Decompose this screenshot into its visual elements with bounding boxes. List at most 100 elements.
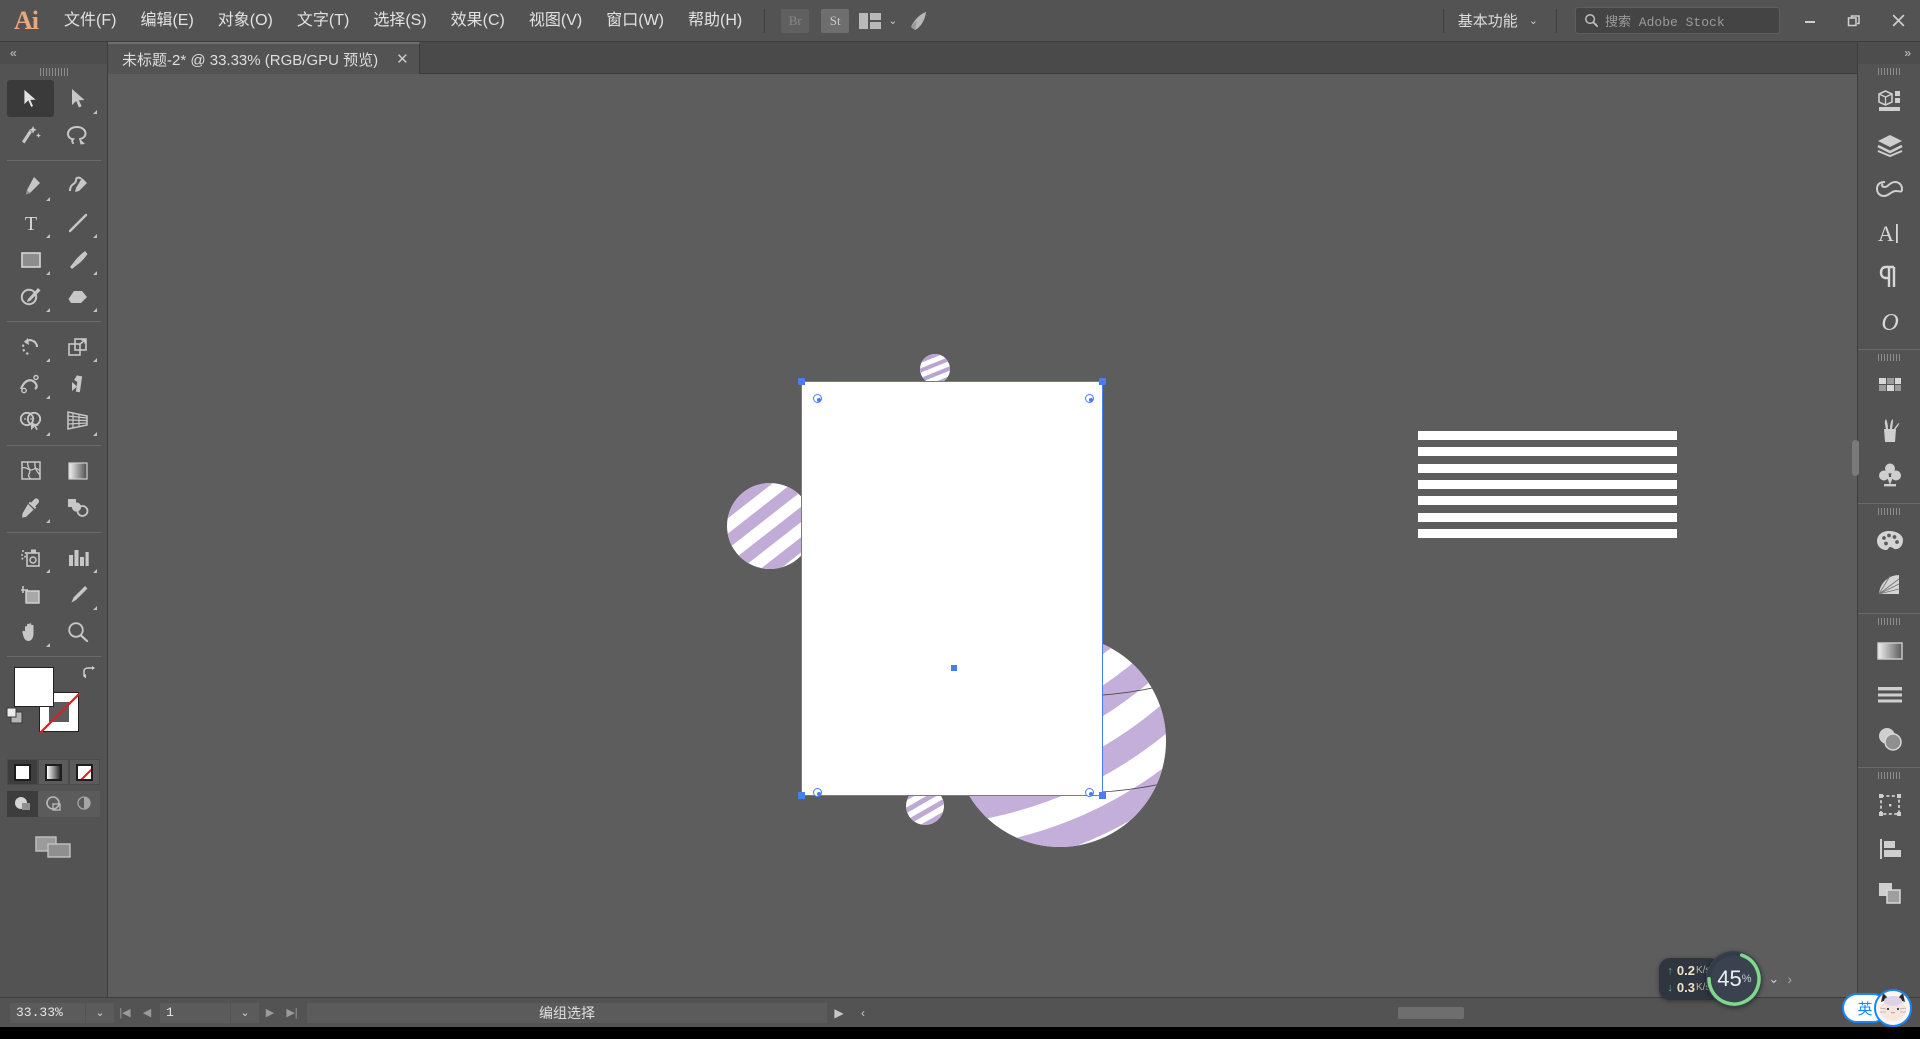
next-artboard-button[interactable]: ▶ <box>259 1003 281 1023</box>
rectangle-tool[interactable] <box>7 241 54 278</box>
pathfinder-panel-icon[interactable] <box>1858 871 1920 915</box>
column-graph-tool[interactable] <box>54 539 101 576</box>
color-mode-gradient[interactable] <box>38 759 69 785</box>
menu-help[interactable]: 帮助(H) <box>676 0 754 42</box>
workspace-switcher[interactable]: 基本功能 <box>1454 10 1522 31</box>
status-collapse-chevron-icon[interactable]: ‹ <box>851 1003 875 1023</box>
panel-group-5-grip[interactable] <box>1858 768 1920 783</box>
swatches-panel-icon[interactable] <box>1858 365 1920 409</box>
striped-rectangle[interactable] <box>1418 431 1677 538</box>
fill-swatch[interactable] <box>14 667 54 707</box>
ime-avatar[interactable] <box>1874 989 1912 1027</box>
width-tool[interactable] <box>7 365 54 402</box>
zoom-dropdown-chevron-icon[interactable]: ⌄ <box>86 1002 114 1023</box>
zoom-tool[interactable] <box>54 613 101 650</box>
status-menu-arrow-icon[interactable]: ▶ <box>827 1003 851 1023</box>
direct-selection-tool[interactable] <box>54 80 101 117</box>
panel-group-1-grip[interactable] <box>1858 64 1920 79</box>
restore-button[interactable] <box>1832 0 1876 42</box>
network-expand-icon[interactable]: › <box>1787 971 1792 987</box>
panel-dock-scroll-thumb[interactable] <box>1852 440 1859 476</box>
shape-builder-tool[interactable] <box>7 402 54 439</box>
selection-handle-br[interactable] <box>1099 792 1106 799</box>
workspace-chevron-down-icon[interactable]: ⌄ <box>1529 14 1538 27</box>
curvature-tool[interactable] <box>54 167 101 204</box>
color-guide-panel-icon[interactable] <box>1858 563 1920 607</box>
symbols-panel-icon[interactable] <box>1858 453 1920 497</box>
draw-normal-mode[interactable] <box>7 791 38 817</box>
minimize-button[interactable] <box>1788 0 1832 42</box>
panel-group-3-grip[interactable] <box>1858 504 1920 519</box>
selection-handle-tl[interactable] <box>798 378 805 385</box>
toolbar-grip[interactable] <box>0 64 107 80</box>
prev-artboard-button[interactable]: ◀ <box>136 1003 158 1023</box>
eraser-tool[interactable] <box>54 278 101 315</box>
anchor-point-br[interactable] <box>1085 788 1094 797</box>
rotate-tool[interactable] <box>7 328 54 365</box>
artboard-tool[interactable] <box>7 576 54 613</box>
brushes-panel-icon[interactable] <box>1858 409 1920 453</box>
transparency-panel-icon[interactable] <box>1858 717 1920 761</box>
cpu-usage-gauge[interactable]: 45% <box>1706 951 1763 1007</box>
artboard-dropdown-chevron-icon[interactable]: ⌄ <box>231 1002 259 1023</box>
menu-effect[interactable]: 效果(C) <box>439 0 517 42</box>
symbol-sprayer-tool[interactable] <box>7 539 54 576</box>
magic-wand-tool[interactable] <box>7 117 54 154</box>
default-fill-stroke-icon[interactable] <box>6 707 24 725</box>
draw-inside-mode[interactable] <box>69 791 100 817</box>
libraries-panel-icon[interactable] <box>1858 167 1920 211</box>
first-artboard-button[interactable]: |◀ <box>114 1003 136 1023</box>
type-tool[interactable]: T <box>7 204 54 241</box>
canvas-horizontal-scrollbar[interactable] <box>883 1006 1912 1019</box>
shaper-tool[interactable] <box>7 278 54 315</box>
last-artboard-button[interactable]: ▶| <box>281 1003 303 1023</box>
home-rocket-icon[interactable] <box>901 10 935 32</box>
blend-tool[interactable] <box>54 489 101 526</box>
toolbar-collapse-button[interactable]: « <box>0 42 107 64</box>
horizontal-scroll-thumb[interactable] <box>1397 1006 1464 1019</box>
layers-panel-icon[interactable] <box>1858 123 1920 167</box>
search-input[interactable]: 搜索 Adobe Stock <box>1575 7 1780 34</box>
bridge-icon[interactable]: Br <box>781 8 810 33</box>
transform-panel-icon[interactable] <box>1858 783 1920 827</box>
color-mode-solid[interactable] <box>7 759 38 785</box>
arrange-documents-button[interactable]: ⌄ <box>859 12 897 29</box>
close-button[interactable] <box>1876 0 1920 42</box>
selection-handle-tr[interactable] <box>1099 378 1106 385</box>
menu-object[interactable]: 对象(O) <box>206 0 285 42</box>
draw-behind-mode[interactable] <box>38 791 69 817</box>
anchor-point-tl[interactable] <box>813 394 822 403</box>
hand-tool[interactable] <box>7 613 54 650</box>
perspective-grid-tool[interactable] <box>54 402 101 439</box>
document-tab[interactable]: 未标题-2* @ 33.33% (RGB/GPU 预览) ✕ <box>108 42 420 74</box>
selection-tool[interactable] <box>7 80 54 117</box>
color-panel-icon[interactable] <box>1858 519 1920 563</box>
menu-select[interactable]: 选择(S) <box>361 0 438 42</box>
menu-type[interactable]: 文字(T) <box>285 0 361 42</box>
color-mode-none[interactable] <box>69 759 100 785</box>
slice-tool[interactable] <box>54 576 101 613</box>
menu-file[interactable]: 文件(F) <box>52 0 128 42</box>
screen-mode-button[interactable] <box>7 827 101 867</box>
paintbrush-tool[interactable] <box>54 241 101 278</box>
mesh-tool[interactable] <box>7 452 54 489</box>
free-transform-tool[interactable] <box>54 365 101 402</box>
anchor-point-tr[interactable] <box>1085 394 1094 403</box>
properties-panel-icon[interactable] <box>1858 79 1920 123</box>
eyedropper-tool[interactable] <box>7 489 54 526</box>
menu-view[interactable]: 视图(V) <box>517 0 594 42</box>
menu-window[interactable]: 窗口(W) <box>594 0 676 42</box>
artboard-number-input[interactable]: 1 <box>160 1002 230 1023</box>
align-panel-icon[interactable] <box>1858 827 1920 871</box>
gradient-panel-icon[interactable] <box>1858 629 1920 673</box>
selection-handle-bl[interactable] <box>798 792 805 799</box>
character-panel-icon[interactable]: A <box>1858 211 1920 255</box>
panel-collapse-button[interactable]: » <box>1858 42 1920 64</box>
zoom-level-input[interactable]: 33.33% <box>10 1002 85 1023</box>
glyphs-panel-icon[interactable]: O <box>1858 299 1920 343</box>
stock-icon[interactable]: St <box>821 8 850 33</box>
network-chevron-down-icon[interactable]: ⌄ <box>1768 971 1779 987</box>
document-tab-close-icon[interactable]: ✕ <box>396 50 409 68</box>
gradient-tool[interactable] <box>54 452 101 489</box>
menu-edit[interactable]: 编辑(E) <box>128 0 205 42</box>
